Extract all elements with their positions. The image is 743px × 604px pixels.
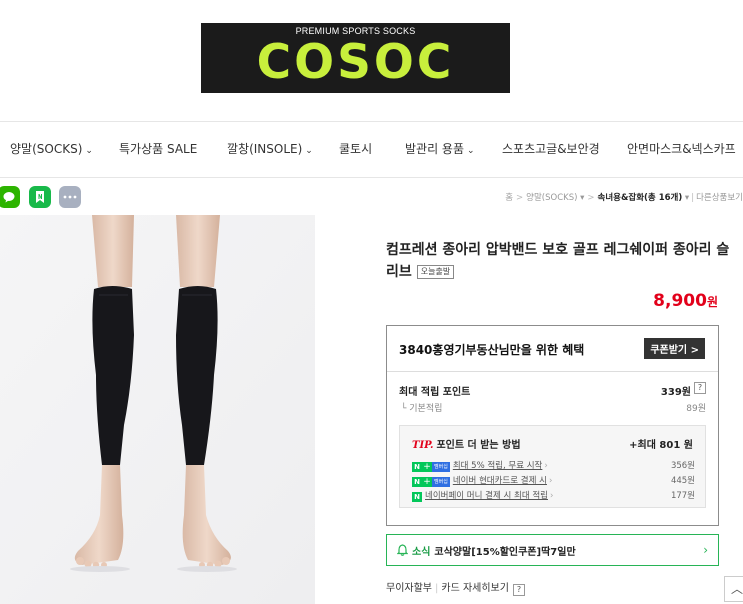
naver-pay-icon: N	[412, 492, 422, 502]
benefit-heading: 3840홍영기부동산님만을 위한 혜택	[399, 343, 585, 357]
base-points-label: └ 기본적립	[401, 404, 443, 414]
product-image[interactable]	[0, 215, 315, 604]
nav-item-sale[interactable]: 특가상품 SALE	[119, 140, 197, 157]
benefit-divider	[387, 371, 718, 372]
nav-item-insole[interactable]: 깔창(INSOLE) ⌄	[227, 140, 313, 157]
product-price: 8,900원	[653, 291, 718, 311]
breadcrumb-home[interactable]: 홈	[505, 193, 513, 203]
other-products-link[interactable]: 다른상품보기	[696, 193, 743, 203]
news-message: 코삭양말[15%할인쿠폰]딱7일만	[434, 546, 576, 558]
points-help-icon[interactable]: ?	[694, 382, 706, 394]
more-icon[interactable]	[59, 186, 81, 208]
today-shipping-badge: 오늘출발	[416, 265, 455, 279]
brand-logo[interactable]: PREMIUM SPORTS SOCKS COSOC	[201, 23, 510, 93]
scroll-top-button[interactable]: ︿	[724, 576, 743, 602]
tip-row-hyundai-card[interactable]: N + 멤버십 네이버 현대카드로 결제 시 › 445원	[412, 474, 695, 487]
installment-info: 무이자할부 | 카드 자세히보기?	[386, 579, 525, 596]
kakaotalk-icon[interactable]	[0, 186, 20, 208]
nav-item-foot-care[interactable]: 발관리 용품 ⌄	[405, 140, 475, 157]
news-label: 소식	[412, 546, 431, 558]
tip-row-naverpay-money[interactable]: N 네이버페이 머니 결제 시 최대 적립 › 177원	[412, 489, 695, 502]
naver-bookmark-icon[interactable]	[29, 186, 51, 208]
chevron-down-icon: ⌄	[305, 146, 313, 156]
breadcrumb-current[interactable]: 속녀용&잡화(총 16개)	[598, 193, 683, 203]
member-benefit-box: 3840홍영기부동산님만을 위한 혜택 쿠폰받기 > 최대 적립 포인트 339…	[386, 325, 719, 526]
breadcrumb: 홈 > 양말(SOCKS) ▾ > 속녀용&잡화(총 16개) ▾ | 다른상품보기	[505, 193, 743, 203]
nav-item-cool-sleeve[interactable]: 쿨토시	[339, 140, 372, 157]
tip-max-points: +최대 801 원	[629, 440, 693, 451]
max-points-value: 339원	[660, 387, 691, 398]
chevron-down-icon: ⌄	[467, 146, 475, 156]
tip-row-membership[interactable]: N + 멤버십 최대 5% 적립, 무료 시작 › 356원	[412, 459, 695, 472]
card-help-icon[interactable]: ?	[512, 584, 525, 596]
main-nav: 양말(SOCKS) ⌄ 특가상품 SALE 깔창(INSOLE) ⌄ 쿨토시 발관리…	[0, 121, 743, 177]
tip-heading: TIP. 포인트 더 받는 방법	[412, 440, 521, 451]
card-detail-link[interactable]: 카드 자세히보기	[441, 583, 509, 594]
nav-item-face-mask[interactable]: 안면마스크&넥스카프	[627, 140, 736, 157]
breadcrumb-category[interactable]: 양말(SOCKS)	[526, 193, 577, 203]
get-coupon-button[interactable]: 쿠폰받기 >	[644, 338, 705, 359]
naver-membership-icon: N + 멤버십	[412, 462, 450, 472]
product-title: 컴프레션 종아리 압박밴드 보호 골프 레그쉐이퍼 종아리 슬리브 오늘출발	[386, 242, 730, 280]
nav-item-socks[interactable]: 양말(SOCKS) ⌄	[10, 140, 93, 157]
naver-membership-icon: N + 멤버십	[412, 477, 450, 487]
chevron-right-icon: ›	[703, 543, 708, 557]
points-tip-box: TIP. 포인트 더 받는 방법 +최대 801 원 N + 멤버십 최대 5% 적립,…	[399, 425, 706, 508]
max-points-label: 최대 적립 포인트	[399, 387, 471, 398]
base-points-value: 89원	[686, 404, 706, 414]
nav-divider	[0, 177, 743, 178]
bell-icon	[396, 541, 409, 560]
nav-item-goggles[interactable]: 스포츠고글&보안경	[502, 140, 600, 157]
store-news-banner[interactable]: 소식 코삭양말[15%할인쿠폰]딱7일만 ›	[386, 534, 719, 566]
chevron-down-icon: ⌄	[85, 146, 93, 156]
interest-free-label: 무이자할부	[386, 583, 432, 594]
logo-wordmark: COSOC	[256, 35, 455, 90]
